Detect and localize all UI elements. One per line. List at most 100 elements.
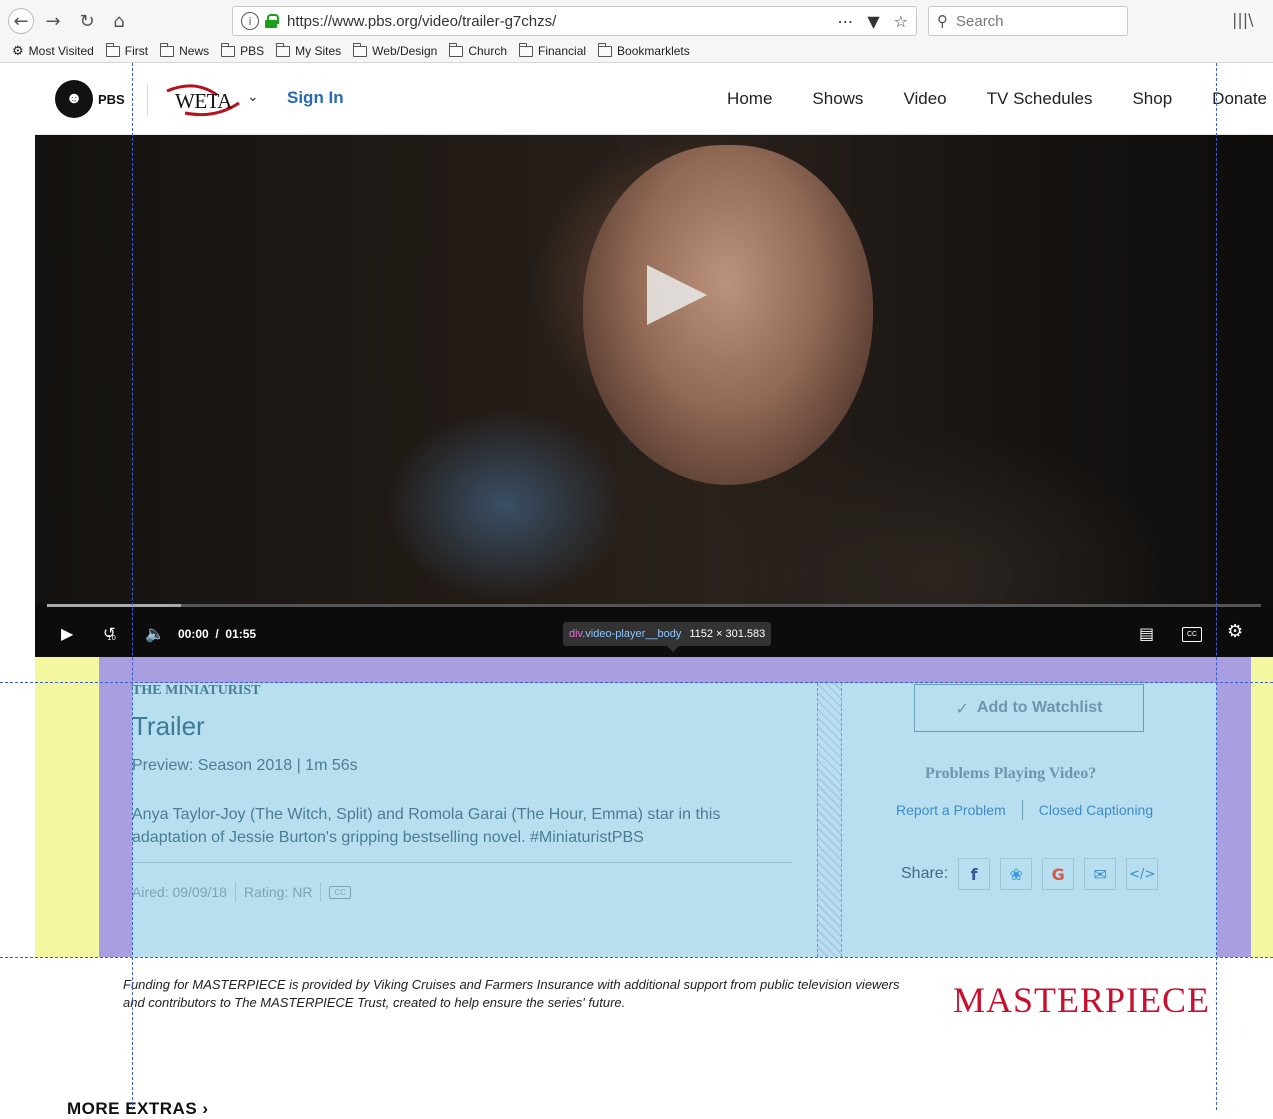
- embed-icon[interactable]: </>: [1126, 858, 1159, 890]
- bookmark-bookmarklets[interactable]: Bookmarklets: [598, 42, 690, 58]
- captions-settings-icon[interactable]: ▤: [1139, 624, 1154, 643]
- main-nav: Home Shows Video TV Schedules Shop Donat…: [687, 89, 1267, 109]
- video-subject: [583, 145, 873, 485]
- cc-icon[interactable]: CC: [1182, 627, 1202, 642]
- check-icon: ✓: [955, 698, 969, 718]
- folder-icon: [519, 42, 534, 57]
- bookmark-news[interactable]: News: [160, 42, 209, 58]
- search-placeholder[interactable]: Search: [956, 13, 1004, 30]
- header-divider: [147, 84, 148, 116]
- add-to-watchlist-button[interactable]: ✓ Add to Watchlist: [914, 684, 1144, 732]
- guide-line: [0, 682, 1273, 683]
- meta-separator: [320, 882, 322, 902]
- gear-icon: ⚙: [12, 43, 24, 59]
- url-text[interactable]: https://www.pbs.org/video/trailer-g7chzs…: [287, 13, 556, 30]
- volume-icon[interactable]: 🔈: [145, 624, 165, 643]
- google-icon[interactable]: G: [1042, 858, 1075, 890]
- chevron-down-icon[interactable]: ⌄: [247, 89, 259, 105]
- star-icon[interactable]: ☆: [894, 12, 908, 31]
- bookmark-label: My Sites: [295, 44, 342, 58]
- bookmark-web-design[interactable]: Web/Design: [353, 42, 437, 58]
- video-player[interactable]: ▶ ↺ 10 🔈 00:00 / 01:55 div.video-player_…: [35, 135, 1273, 657]
- station-logo[interactable]: WETA: [165, 81, 245, 117]
- report-problem-link[interactable]: Report a Problem: [896, 802, 1006, 818]
- nav-shows[interactable]: Shows: [812, 89, 863, 109]
- nav-donate[interactable]: Donate: [1212, 89, 1267, 109]
- margin-overlay-left: [35, 657, 99, 957]
- closed-captioning-link[interactable]: Closed Captioning: [1039, 802, 1153, 818]
- nav-tv-schedules[interactable]: TV Schedules: [987, 89, 1093, 109]
- facebook-icon[interactable]: f: [958, 858, 991, 890]
- bookmark-label: First: [124, 44, 149, 58]
- nav-home[interactable]: Home: [727, 89, 772, 109]
- bookmarks-bar: ⚙ Most Visited First News PBS My Sites We…: [0, 41, 690, 61]
- folder-icon: [105, 42, 120, 57]
- cc-badge-icon: CC: [329, 885, 351, 899]
- link-separator: [1021, 800, 1023, 820]
- runtime: 1m 56s: [305, 757, 358, 774]
- search-bar[interactable]: ⚲ Search: [928, 6, 1128, 36]
- folder-icon: [598, 42, 613, 57]
- tooltip-size: 1152 × 301.583: [689, 628, 766, 640]
- site-header: ☻ PBS WETA ⌄ Sign In Home Shows Video TV…: [35, 63, 1273, 135]
- masterpiece-logo[interactable]: MASTERPIECE: [953, 979, 1210, 1021]
- bookmark-financial[interactable]: Financial: [519, 42, 587, 58]
- email-icon[interactable]: ✉: [1084, 858, 1117, 890]
- twitter-icon[interactable]: ❀: [1000, 858, 1033, 890]
- rating: Rating: NR: [243, 884, 313, 900]
- bookmark-pbs[interactable]: PBS: [221, 42, 265, 58]
- play-icon[interactable]: ▶: [61, 624, 73, 643]
- lock-icon: [265, 14, 279, 28]
- browser-toolbar: ← → ↻ ⌂ i https://www.pbs.org/video/trai…: [0, 0, 1273, 63]
- folder-icon: [160, 42, 175, 57]
- problems-heading: Problems Playing Video?: [925, 765, 1097, 782]
- bookmark-most-visited[interactable]: ⚙ Most Visited: [12, 44, 94, 59]
- progress-bar[interactable]: [47, 604, 1261, 607]
- duration: 01:55: [225, 627, 257, 641]
- bookmark-my-sites[interactable]: My Sites: [276, 42, 342, 58]
- station-name: WETA: [175, 89, 232, 113]
- more-extras-heading[interactable]: MORE EXTRAS ›: [67, 1099, 209, 1119]
- pocket-icon[interactable]: ▼: [867, 12, 879, 31]
- margin-overlay-right: [1251, 657, 1273, 957]
- preview-meta: Preview: Season 2018 | 1m 56s: [132, 757, 358, 775]
- search-icon: ⚲: [937, 12, 948, 30]
- url-bar[interactable]: i https://www.pbs.org/video/trailer-g7ch…: [232, 6, 917, 36]
- sign-in-link[interactable]: Sign In: [287, 88, 344, 108]
- show-title[interactable]: THE MINIATURIST: [132, 683, 261, 699]
- description: Anya Taylor-Joy (The Witch, Split) and R…: [132, 806, 721, 846]
- info-icon[interactable]: i: [241, 12, 259, 30]
- nav-shop[interactable]: Shop: [1132, 89, 1172, 109]
- nav-video[interactable]: Video: [903, 89, 946, 109]
- bookmark-label: Most Visited: [28, 44, 94, 58]
- progress-buffered: [47, 604, 181, 607]
- guide-line: [1216, 63, 1217, 1110]
- bookmark-label: Bookmarklets: [617, 44, 690, 58]
- time-display: 00:00 / 01:55: [178, 627, 256, 641]
- page-content: ☻ PBS WETA ⌄ Sign In Home Shows Video TV…: [35, 63, 1273, 1118]
- play-overlay-icon[interactable]: [647, 265, 707, 325]
- rewind-seconds: 10: [107, 634, 116, 642]
- back-icon[interactable]: ←: [8, 8, 34, 34]
- pbs-head-icon: ☻: [55, 80, 93, 118]
- forward-icon[interactable]: →: [40, 8, 66, 34]
- funding-text: Funding for MASTERPIECE is provided by V…: [123, 977, 900, 1010]
- reload-icon[interactable]: ↻: [74, 8, 100, 34]
- pbs-logo-text: PBS: [98, 91, 125, 107]
- more-icon[interactable]: ⋯: [837, 12, 853, 31]
- current-time: 00:00: [178, 627, 209, 641]
- time-separator: /: [212, 627, 223, 641]
- home-icon[interactable]: ⌂: [106, 8, 132, 34]
- share-label: Share:: [901, 865, 949, 882]
- preview-label: Preview: Season 2018: [132, 757, 293, 774]
- settings-gear-icon[interactable]: ⚙: [1227, 621, 1243, 642]
- details-divider: [132, 862, 792, 863]
- bookmark-label: Financial: [538, 44, 587, 58]
- bookmark-church[interactable]: Church: [449, 42, 507, 58]
- pbs-logo[interactable]: ☻ PBS: [55, 80, 125, 118]
- library-icon[interactable]: |||\: [1232, 10, 1254, 29]
- tooltip-selector: div.video-player__body: [569, 628, 682, 640]
- bookmark-first[interactable]: First: [105, 42, 149, 58]
- guide-line: [0, 957, 1273, 958]
- bookmark-label: PBS: [240, 44, 265, 58]
